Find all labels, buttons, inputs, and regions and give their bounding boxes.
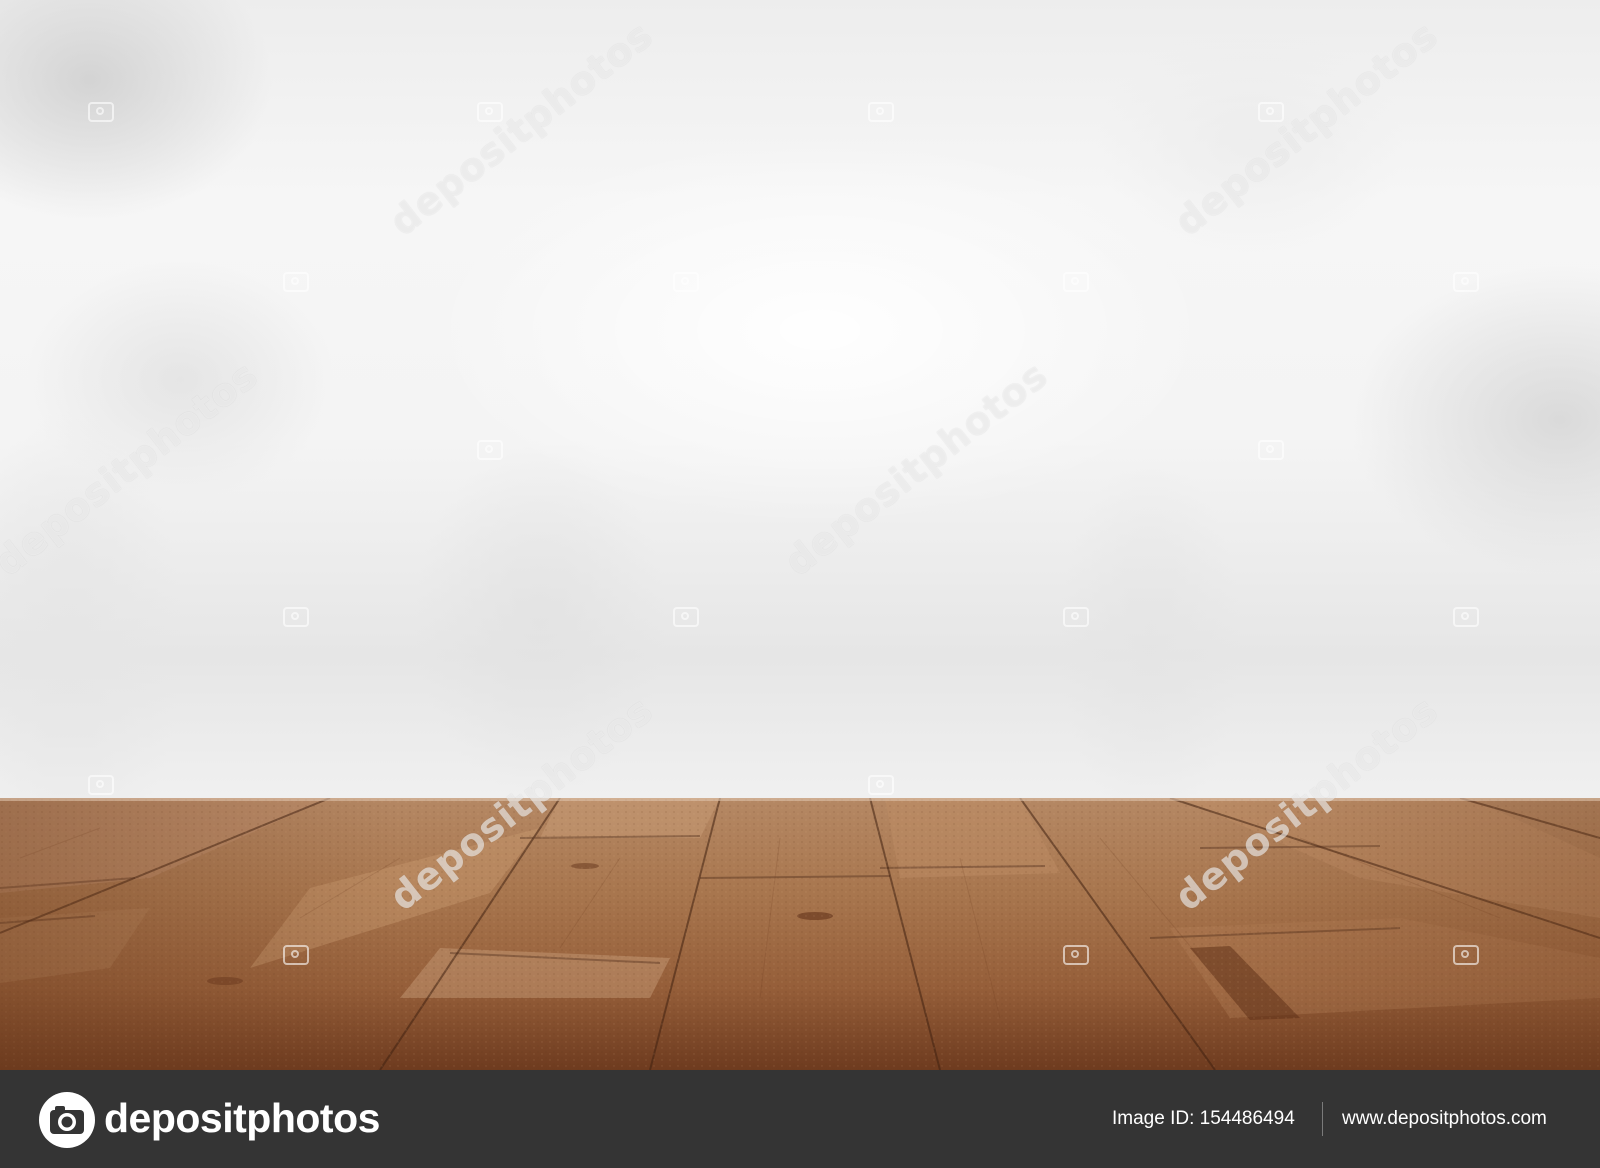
footer-divider bbox=[1322, 1102, 1323, 1136]
wooden-table-top bbox=[0, 798, 1600, 1070]
brand-name: depositphotos bbox=[104, 1095, 380, 1141]
image-id-value: 154486494 bbox=[1199, 1108, 1295, 1129]
camera-logo-icon bbox=[39, 1092, 95, 1148]
stock-photo: depositphotos depositphotos depositphoto… bbox=[0, 0, 1600, 1070]
image-id: Image ID: 154486494 bbox=[1112, 1106, 1295, 1132]
image-id-label: Image ID: bbox=[1112, 1108, 1195, 1129]
site-url: www.depositphotos.com bbox=[1342, 1108, 1547, 1129]
blurred-white-background bbox=[0, 0, 1600, 800]
footer-bar: depositphotos Image ID: 154486494 www.de… bbox=[0, 1070, 1600, 1168]
